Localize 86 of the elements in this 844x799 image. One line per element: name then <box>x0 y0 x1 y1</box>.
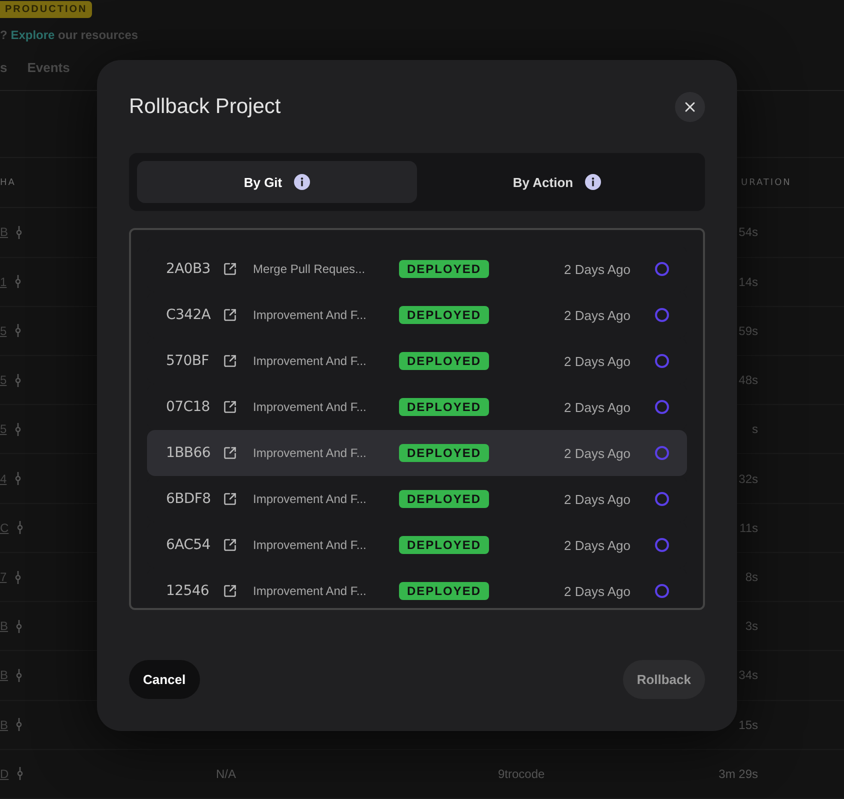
commit-row[interactable]: 1BB66 Improvement And F... DEPLOYED 2 Days Ago <box>147 430 687 476</box>
table-cell: N/A <box>216 766 236 781</box>
commit-icon <box>16 718 22 732</box>
commit-icon <box>14 374 21 387</box>
status-badge: DEPLOYED <box>399 582 490 600</box>
commit-time: 2 Days Ago <box>564 446 630 460</box>
duration-cell: 59s <box>738 324 758 338</box>
commit-icon <box>14 570 21 584</box>
column-header: HA <box>0 178 16 188</box>
info-icon <box>585 174 602 190</box>
duration-cell: 8s <box>745 570 758 584</box>
commit-icon <box>14 472 21 486</box>
duration-cell: 14s <box>738 274 758 289</box>
column-header: URATION <box>741 178 792 188</box>
duration-cell: 54s <box>738 225 758 240</box>
close-button[interactable] <box>675 92 705 122</box>
external-link-icon[interactable] <box>223 354 237 368</box>
duration-cell: 3m 29s <box>718 766 758 781</box>
radio-button[interactable] <box>655 538 669 552</box>
dialog-title: Rollback Project <box>129 95 281 119</box>
commit-time: 2 Days Ago <box>564 584 630 598</box>
duration-cell: 11s <box>740 520 758 535</box>
commit-time: 2 Days Ago <box>564 262 630 276</box>
commit-sha: 6AC54 <box>166 537 212 553</box>
commit-icon <box>14 275 21 288</box>
commit-icon <box>16 767 23 780</box>
commit-sha: 2A0B3 <box>166 261 212 277</box>
external-link-icon[interactable] <box>223 400 237 414</box>
radio-button[interactable] <box>655 262 669 276</box>
commit-message: Improvement And F... <box>253 446 368 460</box>
commit-icon <box>16 620 22 633</box>
cancel-button[interactable]: Cancel <box>129 660 200 699</box>
commit-message: Improvement And F... <box>253 400 368 414</box>
radio-button[interactable] <box>655 584 669 598</box>
commit-message: Merge Pull Reques... <box>253 262 366 276</box>
status-badge: DEPLOYED <box>399 536 490 554</box>
explore-link[interactable]: Explore <box>10 28 55 42</box>
status-badge: DEPLOYED <box>399 306 490 324</box>
status-badge: DEPLOYED <box>399 352 490 370</box>
commit-message: Improvement And F... <box>253 492 368 506</box>
commit-time: 2 Days Ago <box>564 308 630 322</box>
status-badge: DEPLOYED <box>399 444 490 462</box>
duration-cell: 3s <box>745 619 758 634</box>
commit-time: 2 Days Ago <box>564 354 630 368</box>
commit-icon <box>16 521 23 534</box>
commit-message: Improvement And F... <box>253 538 368 552</box>
external-link-icon[interactable] <box>223 538 237 552</box>
radio-button[interactable] <box>655 354 669 368</box>
duration-cell: s <box>752 422 758 436</box>
table-cell: 9trocode <box>498 766 545 781</box>
radio-button[interactable] <box>655 446 669 460</box>
commit-sha: 570BF <box>166 353 210 369</box>
external-link-icon[interactable] <box>223 446 237 460</box>
commit-icon <box>16 668 22 682</box>
radio-button[interactable] <box>655 400 669 414</box>
commit-icon <box>14 324 21 338</box>
commit-sha: C342A <box>166 307 212 323</box>
commit-message: Improvement And F... <box>253 308 368 322</box>
info-icon <box>294 174 310 190</box>
commit-message: Improvement And F... <box>253 584 368 598</box>
commit-sha: 07C18 <box>166 399 211 415</box>
external-link-icon[interactable] <box>223 308 237 322</box>
tab[interactable]: By Action <box>417 161 697 203</box>
duration-cell: 34s <box>738 668 758 682</box>
commit-sha: 6BDF8 <box>166 491 212 507</box>
status-badge: DEPLOYED <box>399 490 490 508</box>
status-badge: DEPLOYED <box>399 398 490 416</box>
commit-icon <box>14 422 21 436</box>
commit-sha: 1BB66 <box>166 445 212 461</box>
tab[interactable]: By Git <box>137 161 417 203</box>
commit-icon <box>16 226 22 239</box>
commit-message: Improvement And F... <box>253 354 368 368</box>
external-link-icon[interactable] <box>223 584 237 598</box>
radio-button[interactable] <box>655 308 669 322</box>
status-badge: DEPLOYED <box>399 260 490 278</box>
commit-time: 2 Days Ago <box>564 492 630 506</box>
commit-time: 2 Days Ago <box>564 400 630 414</box>
external-link-icon[interactable] <box>223 262 237 276</box>
duration-cell: 15s <box>738 718 758 732</box>
environment-badge: PRODUCTION <box>0 1 92 18</box>
radio-button[interactable] <box>655 492 669 506</box>
duration-cell: 32s <box>738 472 758 486</box>
commit-time: 2 Days Ago <box>564 538 630 552</box>
duration-cell: 48s <box>738 373 758 388</box>
commit-sha: 12546 <box>166 583 210 599</box>
external-link-icon[interactable] <box>223 492 237 506</box>
